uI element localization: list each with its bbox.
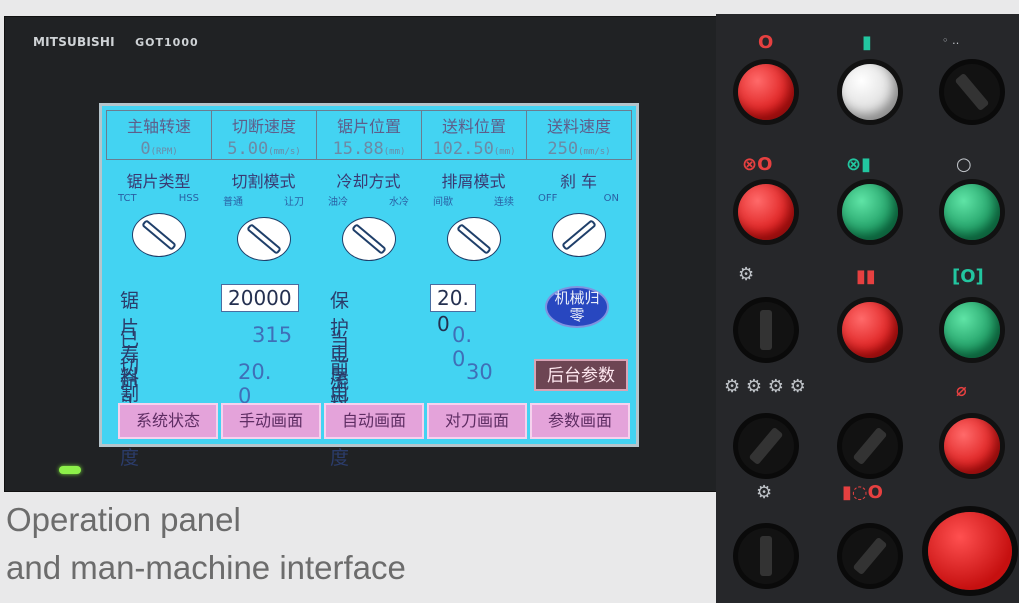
blade-type-knob[interactable] <box>131 213 186 257</box>
power-off-button[interactable] <box>738 64 794 120</box>
nav-manual[interactable]: 手动画面 <box>221 403 321 439</box>
mode-options: 间歇 连续 <box>433 197 514 208</box>
hydraulic-selector[interactable] <box>738 528 794 584</box>
mode-title: 冷却方式 <box>336 172 401 191</box>
clamp-selector[interactable] <box>738 302 794 358</box>
caption-line-1: Operation panel <box>6 501 241 538</box>
screen-nav: 系统状态 手动画面 自动画面 对刀画面 参数画面 <box>118 403 630 439</box>
brake-knob[interactable] <box>551 213 606 257</box>
status-label: 切断速度 <box>231 117 296 136</box>
reset-button[interactable] <box>944 418 1000 474</box>
mode-blade-type: 锯片类型 TCT HSS <box>106 168 211 261</box>
hmi-brand: MITSUBISHI GOT1000 <box>33 35 199 49</box>
lcd-screen: 主轴转速 0(RPM) 切断速度 5.00(mm/s) 锯片位置 15.88(m… <box>99 103 639 469</box>
blade-life-input[interactable]: 20000 <box>221 284 299 312</box>
nav-parameters[interactable]: 参数画面 <box>530 403 630 439</box>
aux-button[interactable] <box>944 184 1000 240</box>
status-cell-spindle: 主轴转速 0(RPM) <box>106 110 212 160</box>
machine-home-button[interactable]: 机械归零 <box>545 286 609 328</box>
mode-brake: 刹 车 OFF ON <box>526 168 631 261</box>
mode-options: TCT HSS <box>118 193 199 204</box>
status-label: 锯片位置 <box>336 117 401 136</box>
mode-options: OFF ON <box>538 193 619 204</box>
spindle-start-icon: ⊗▮ <box>846 154 871 175</box>
feed-icons: ⚙ ⚙ ⚙ ⚙ <box>724 376 806 397</box>
power-on-icon: ▮ <box>862 32 872 53</box>
status-cell-cut-speed: 切断速度 5.00(mm/s) <box>211 110 317 160</box>
mode-cooling: 冷却方式 油冷 水冷 <box>316 168 421 261</box>
feed-selector-2[interactable] <box>842 418 898 474</box>
chip-mode-knob[interactable] <box>446 217 501 261</box>
cooling-knob[interactable] <box>341 217 396 261</box>
brand-name: MITSUBISHI <box>33 35 115 49</box>
mode-title: 排屑模式 <box>441 172 506 191</box>
selector-icon: ◦ ‥ <box>942 34 960 47</box>
status-value: 0(RPM) <box>140 139 178 159</box>
mode-options: 油冷 水冷 <box>328 197 409 208</box>
status-value: 5.00(mm/s) <box>227 139 301 159</box>
tail-length-value: 30 <box>466 360 493 384</box>
caption-line-2: and man-machine interface <box>6 549 406 586</box>
status-label: 主轴转速 <box>126 117 191 136</box>
mode-options: 普通 让刀 <box>223 197 304 208</box>
nav-tool-align[interactable]: 对刀画面 <box>427 403 527 439</box>
pause-button[interactable] <box>842 302 898 358</box>
status-label: 送料位置 <box>441 117 506 136</box>
operation-panel: O ▮ ◦ ‥ ⊗O ⊗▮ ○ ⚙ ▮▮ [O] ⚙ ⚙ ⚙ ⚙ ⌀ ⚙ ▮◌O <box>716 14 1019 603</box>
mode-chip: 排屑模式 间歇 连续 <box>421 168 526 261</box>
blank-icon: ○ <box>956 154 972 175</box>
mode-title: 锯片类型 <box>126 172 191 191</box>
coolant-icon: ▮◌O <box>842 482 883 503</box>
coolant-selector[interactable] <box>842 528 898 584</box>
status-cell-feed-speed: 送料速度 250(mm/s) <box>526 110 632 160</box>
nav-auto[interactable]: 自动画面 <box>324 403 424 439</box>
status-value: 15.88(mm) <box>332 139 406 159</box>
power-led <box>59 466 81 474</box>
caption: Operation panel and man-machine interfac… <box>6 496 406 592</box>
spindle-start-button[interactable] <box>842 184 898 240</box>
status-header: 主轴转速 0(RPM) 切断速度 5.00(mm/s) 锯片位置 15.88(m… <box>106 110 632 160</box>
pause-icon: ▮▮ <box>856 266 876 287</box>
feed-selector-1[interactable] <box>738 418 794 474</box>
mode-title: 切割模式 <box>231 172 296 191</box>
protect-current-input[interactable]: 20. 0 <box>430 284 476 336</box>
power-off-icon: O <box>758 32 774 53</box>
spindle-stop-icon: ⊗O <box>742 154 773 175</box>
head-length-value: 20. 0 <box>238 360 272 408</box>
cycle-start-button[interactable] <box>944 302 1000 358</box>
clamp-icon: ⚙ <box>738 264 755 285</box>
status-value: 250(mm/s) <box>547 139 611 159</box>
mode-cut-mode: 切割模式 普通 让刀 <box>211 168 316 261</box>
status-cell-blade-pos: 锯片位置 15.88(mm) <box>316 110 422 160</box>
status-cell-feed-pos: 送料位置 102.50(mm) <box>421 110 527 160</box>
hydraulic-icon: ⚙ <box>756 482 773 503</box>
backend-params-button[interactable]: 后台参数 <box>534 359 628 391</box>
cut-mode-knob[interactable] <box>236 217 291 261</box>
mode-title: 刹 车 <box>559 172 598 191</box>
hmi-bezel: MITSUBISHI GOT1000 主轴转速 0(RPM) 切断速度 5.00… <box>4 16 718 492</box>
power-on-button[interactable] <box>842 64 898 120</box>
mode-selectors: 锯片类型 TCT HSS 切割模式 普通 让刀 冷却方式 油冷 水冷 排屑模式 间歇连… <box>106 168 631 261</box>
spindle-stop-button[interactable] <box>738 184 794 240</box>
cycle-start-icon: [O] <box>952 266 984 287</box>
status-label: 送料速度 <box>546 117 611 136</box>
model-name: GOT1000 <box>135 36 199 49</box>
emergency-stop-button[interactable] <box>928 512 1012 590</box>
status-value: 102.50(mm) <box>432 139 516 159</box>
nav-system-status[interactable]: 系统状态 <box>118 403 218 439</box>
mode-selector-switch[interactable] <box>944 64 1000 120</box>
cut-count-value: 315 <box>252 323 293 347</box>
emergency-icon: ⌀ <box>956 380 967 401</box>
